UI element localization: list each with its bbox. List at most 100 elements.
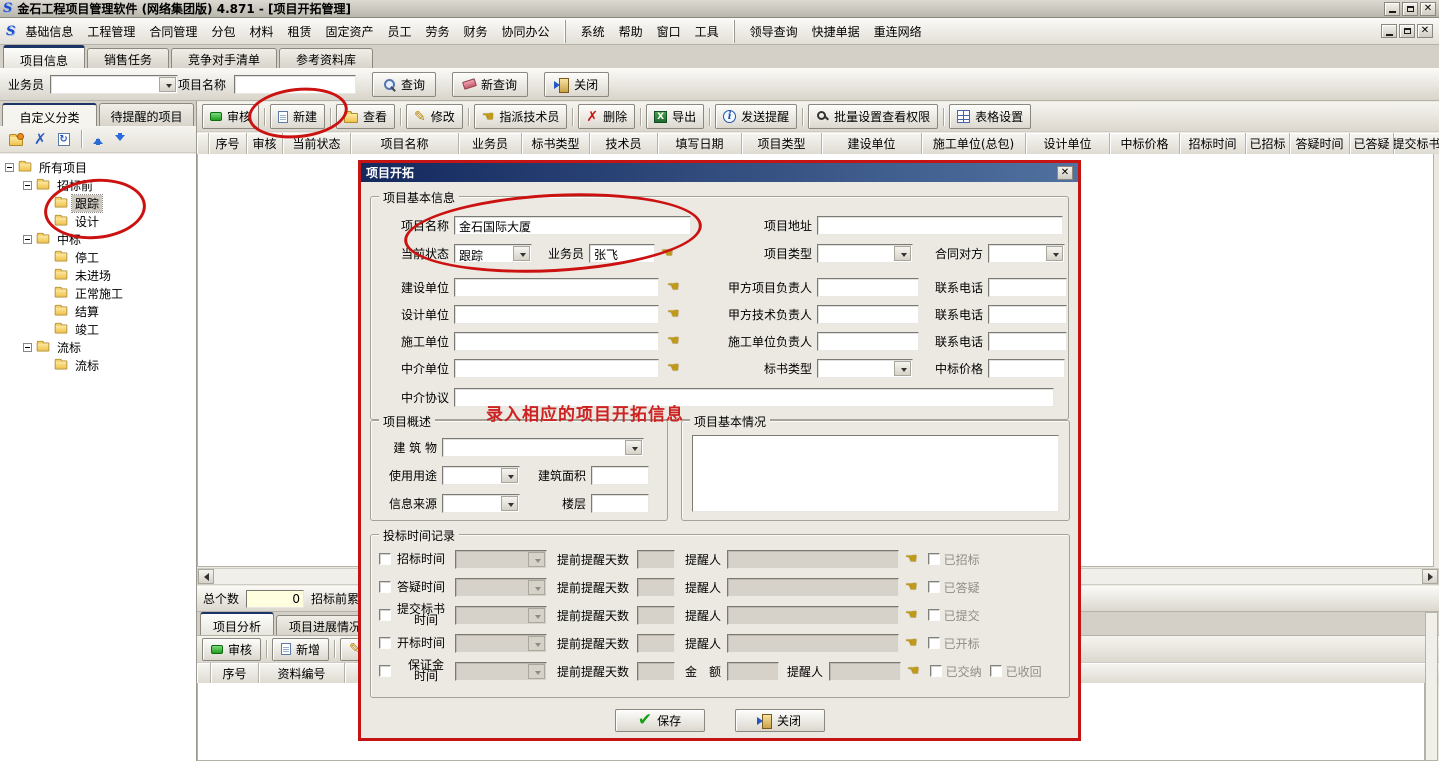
reminder-input[interactable] bbox=[829, 662, 901, 681]
reminder-input[interactable] bbox=[727, 634, 899, 653]
column-header[interactable]: 施工单位(总包) bbox=[922, 133, 1026, 154]
lookup-hand-icon[interactable] bbox=[905, 609, 918, 621]
column-header[interactable]: 项目类型 bbox=[742, 133, 822, 154]
column-header[interactable]: 序号 bbox=[209, 133, 247, 154]
expander-icon[interactable] bbox=[23, 343, 32, 352]
new-button[interactable]: 新建 bbox=[270, 104, 325, 129]
column-header[interactable]: 审核 bbox=[247, 133, 283, 154]
open-time-select[interactable] bbox=[455, 634, 547, 653]
tree-item[interactable]: 未进场 bbox=[0, 266, 196, 284]
column-header[interactable]: 标书类型 bbox=[522, 133, 590, 154]
minimize-button[interactable] bbox=[1384, 2, 1400, 16]
refresh-icon[interactable] bbox=[58, 133, 70, 146]
tree-item[interactable]: 结算 bbox=[0, 302, 196, 320]
main-tab[interactable]: 项目信息 bbox=[3, 45, 85, 68]
menu-item[interactable]: 劳务 bbox=[420, 20, 456, 43]
main-tab[interactable]: 竞争对手清单 bbox=[171, 48, 277, 68]
project-name-input[interactable] bbox=[234, 75, 356, 94]
scroll-right-icon[interactable] bbox=[1422, 569, 1438, 584]
area-input[interactable] bbox=[591, 466, 649, 485]
delete-button[interactable]: 删除 bbox=[578, 104, 635, 129]
phone-input[interactable] bbox=[988, 305, 1067, 324]
export-button[interactable]: 导出 bbox=[646, 104, 704, 129]
audit-button[interactable]: 审核 bbox=[202, 104, 259, 129]
column-header[interactable]: 已答疑 bbox=[1350, 133, 1394, 154]
add-button[interactable]: 新增 bbox=[272, 638, 329, 661]
days-input[interactable] bbox=[637, 634, 675, 653]
tender-time-select[interactable] bbox=[455, 550, 547, 569]
lookup-hand-icon[interactable] bbox=[667, 308, 680, 320]
days-input[interactable] bbox=[637, 606, 675, 625]
bottom-vscrollbar[interactable] bbox=[1425, 612, 1438, 761]
deposit-time-select[interactable] bbox=[455, 662, 547, 681]
column-header[interactable]: 建设单位 bbox=[822, 133, 922, 154]
tree-item[interactable]: 招标前 bbox=[0, 176, 196, 194]
returned-checkbox[interactable] bbox=[990, 665, 1002, 677]
menu-item[interactable]: 工程管理 bbox=[81, 20, 141, 43]
bid-price-input[interactable] bbox=[988, 359, 1065, 378]
lookup-hand-icon[interactable] bbox=[661, 247, 674, 259]
main-tab[interactable]: 参考资料库 bbox=[279, 48, 373, 68]
mdi-close-button[interactable]: ✕ bbox=[1417, 24, 1433, 38]
menu-item[interactable]: 工具 bbox=[689, 20, 725, 43]
menu-item[interactable]: 系统 bbox=[575, 20, 611, 43]
open-time-checkbox[interactable] bbox=[379, 637, 391, 649]
source-select[interactable] bbox=[442, 494, 520, 513]
sidebar-tab[interactable]: 待提醒的项目 bbox=[99, 103, 194, 126]
scroll-left-icon[interactable] bbox=[198, 569, 214, 584]
project-type-select[interactable] bbox=[817, 244, 913, 263]
close-button[interactable]: ✕ bbox=[1420, 2, 1436, 16]
reminder-input[interactable] bbox=[727, 578, 899, 597]
tree-item[interactable]: 设计 bbox=[0, 212, 196, 230]
tree-item[interactable]: 停工 bbox=[0, 248, 196, 266]
new-query-button[interactable]: 新查询 bbox=[452, 72, 528, 97]
project-name-input[interactable]: 金石国际大厦 bbox=[454, 216, 691, 235]
submit-time-checkbox[interactable] bbox=[379, 609, 391, 621]
constr-unit-input[interactable] bbox=[454, 332, 659, 351]
save-button[interactable]: 保存 bbox=[615, 709, 705, 732]
column-header[interactable]: 业务员 bbox=[459, 133, 522, 154]
phone-input[interactable] bbox=[988, 332, 1067, 351]
deposit-time-checkbox[interactable] bbox=[379, 665, 391, 677]
tree-item[interactable]: 正常施工 bbox=[0, 284, 196, 302]
address-input[interactable] bbox=[817, 216, 1063, 235]
view-button[interactable]: 查看 bbox=[336, 104, 395, 129]
delete-category-icon[interactable] bbox=[34, 133, 47, 146]
assign-tech-button[interactable]: 指派技术员 bbox=[474, 104, 568, 129]
menu-item[interactable]: 快捷单据 bbox=[806, 20, 866, 43]
edit-button[interactable]: 修改 bbox=[406, 104, 463, 129]
menu-item[interactable]: 协同办公 bbox=[496, 20, 556, 43]
situation-textarea[interactable] bbox=[692, 435, 1059, 512]
tender-time-checkbox[interactable] bbox=[379, 553, 391, 565]
floor-input[interactable] bbox=[591, 494, 649, 513]
days-input[interactable] bbox=[637, 662, 675, 681]
lookup-hand-icon[interactable] bbox=[667, 281, 680, 293]
answer-time-checkbox[interactable] bbox=[379, 581, 391, 593]
tree-item[interactable]: 竣工 bbox=[0, 320, 196, 338]
tree-item[interactable]: 中标 bbox=[0, 230, 196, 248]
dialog-close-button[interactable]: ✕ bbox=[1057, 166, 1073, 180]
column-header[interactable]: 填写日期 bbox=[658, 133, 742, 154]
contract-party-select[interactable] bbox=[988, 244, 1065, 263]
paid-checkbox[interactable] bbox=[930, 665, 942, 677]
agent-agreement-input[interactable] bbox=[454, 388, 1054, 407]
build-unit-input[interactable] bbox=[454, 278, 659, 297]
tree-item[interactable]: 流标 bbox=[0, 356, 196, 374]
restore-button[interactable] bbox=[1402, 2, 1418, 16]
column-header[interactable]: 当前状态 bbox=[283, 133, 351, 154]
grid-settings-button[interactable]: 表格设置 bbox=[949, 104, 1031, 129]
close-view-button[interactable]: 关闭 bbox=[544, 72, 609, 97]
sidebar-tab[interactable]: 自定义分类 bbox=[2, 103, 97, 126]
status-select[interactable]: 跟踪 bbox=[454, 244, 532, 263]
move-up-icon[interactable] bbox=[93, 133, 104, 146]
done-checkbox[interactable] bbox=[928, 637, 940, 649]
menu-item[interactable]: 帮助 bbox=[613, 20, 649, 43]
column-header[interactable]: 序号 bbox=[211, 663, 259, 683]
menu-item[interactable]: 固定资产 bbox=[319, 20, 379, 43]
agent-unit-input[interactable] bbox=[454, 359, 659, 378]
phone-input[interactable] bbox=[988, 278, 1067, 297]
lookup-hand-icon[interactable] bbox=[667, 362, 680, 374]
column-header[interactable]: 技术员 bbox=[590, 133, 658, 154]
days-input[interactable] bbox=[637, 578, 675, 597]
done-checkbox[interactable] bbox=[928, 581, 940, 593]
